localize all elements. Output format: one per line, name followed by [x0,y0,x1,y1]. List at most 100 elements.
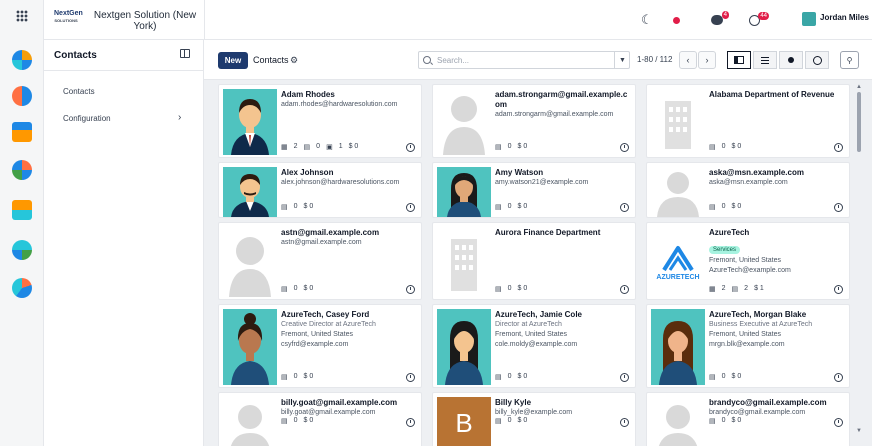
contact-card[interactable]: Amy Watson amy.watson21@example.com ▤ 0 $… [432,162,636,218]
invoice-count: 0 [507,203,512,210]
activity-clock-icon[interactable] [406,203,415,212]
top-bar: NextGen SOLUTIONS Nextgen Solution (New … [44,0,872,40]
messages-badge: 4 [721,11,729,19]
card-icon: ▤ [495,374,502,381]
contact-avatar [651,309,705,385]
activity-clock-icon[interactable] [834,418,843,427]
chevron-right-icon[interactable]: › [178,112,181,123]
contact-name: aska@msn.example.com [709,168,804,177]
company-avatar [437,227,491,297]
activity-clock-icon[interactable] [620,285,629,294]
contact-email: alex.johnson@hardwaresolutions.com [281,179,400,186]
contact-name: Adam Rhodes [281,90,335,99]
company-logo: AZURETECH [651,227,705,297]
kanban-grid: Adam Rhodes adam.rhodes@hardwaresolution… [214,84,854,446]
sales-total: $ 0 [303,417,314,424]
filter-toggle-button[interactable]: ⚲ [840,51,859,69]
contact-card[interactable]: astn@gmail.example.com astn@gmail.exampl… [218,222,422,300]
sales-total: $ 0 [517,373,528,380]
app-icon-3[interactable] [12,122,32,142]
scroll-thumb[interactable] [857,92,861,152]
activity-clock-icon[interactable] [620,203,629,212]
contact-card[interactable]: aska@msn.example.com aska@msn.example.co… [646,162,850,218]
contact-email: AzureTech@example.com [709,267,791,274]
user-name[interactable]: Jordan Miles [820,13,869,22]
contact-name: Alex Johnson [281,168,334,177]
invoice-count: 0 [293,417,298,424]
contact-card[interactable]: AZURETECH AzureTech Services Fremont, Un… [646,222,850,300]
contact-stats: ▤ 0 $ 0 [495,203,527,211]
contact-stats: ▤ 0 $ 0 [281,203,313,211]
app-icon-2[interactable] [12,86,32,106]
sales-total: $ 0 [517,203,528,210]
scroll-down-icon[interactable]: ▼ [856,428,862,434]
contact-card[interactable]: AzureTech, Casey Ford Creative Director … [218,304,422,388]
scroll-up-icon[interactable]: ▲ [856,84,862,90]
sidebar-title: Contacts [54,50,97,61]
contact-card[interactable]: B Billy Kyle billy_kyle@example.com ▤ 0 $… [432,392,636,446]
contact-card[interactable]: AzureTech, Morgan Blake Business Executi… [646,304,850,388]
search-input[interactable]: Search... [418,51,630,69]
user-avatar[interactable] [802,12,816,26]
activity-icon[interactable]: 44 [749,11,769,28]
contact-email: aska@msn.example.com [709,179,788,186]
app-grid-icon[interactable] [16,10,28,22]
dark-mode-icon[interactable]: ☾ [641,12,653,28]
contact-email: cole.moldy@example.com [495,341,578,348]
sidebar-toggle-icon[interactable] [180,49,190,58]
list-view-button[interactable] [753,51,777,69]
messages-icon[interactable]: 4 [711,11,729,28]
contact-card[interactable]: Adam Rhodes adam.rhodes@hardwaresolution… [218,84,422,158]
opportunity-count: 1 [338,143,343,150]
contact-card[interactable]: Alex Johnson alex.johnson@hardwaresoluti… [218,162,422,218]
contact-avatar [651,397,705,446]
sidebar-item-configuration[interactable]: Configuration [63,114,111,123]
company-name[interactable]: Nextgen Solution (New York) [86,10,204,32]
activity-clock-icon[interactable] [620,418,629,427]
new-button[interactable]: New [218,52,248,69]
activity-clock-icon[interactable] [834,143,843,152]
kanban-view-button[interactable] [727,51,751,69]
search-options-dropdown[interactable]: ▼ [614,51,630,69]
contact-email: adam.rhodes@hardwaresolution.com [281,101,398,108]
activity-clock-icon[interactable] [834,203,843,212]
activity-clock-icon[interactable] [406,285,415,294]
activity-view-button[interactable] [805,51,829,69]
contact-card[interactable]: AzureTech, Jamie Cole Director at AzureT… [432,304,636,388]
activity-clock-icon[interactable] [406,143,415,152]
activity-clock-icon[interactable] [834,373,843,382]
activity-clock-icon[interactable] [406,373,415,382]
status-dot-icon[interactable] [673,12,680,28]
prev-page-button[interactable]: ‹ [679,51,697,69]
contact-card[interactable]: Aurora Finance Department ▤ 0 $ 0 [432,222,636,300]
app-icon-6[interactable] [12,240,32,260]
map-view-button[interactable] [779,51,803,69]
gear-icon[interactable]: ⚙ [290,55,298,66]
control-panel: New Contacts ⚙ Search... ▼ 1-80 / 112 ‹ … [204,40,872,80]
next-page-button[interactable]: › [698,51,716,69]
app-icon-1[interactable] [12,50,32,70]
app-icon-4[interactable] [12,160,32,180]
app-icon-5[interactable] [12,200,32,220]
activity-clock-icon[interactable] [620,373,629,382]
contact-card[interactable]: billy.goat@gmail.example.com billy.goat@… [218,392,422,446]
contact-name: brandyco@gmail.example.com [709,398,827,407]
scrollbar[interactable]: ▲ ▼ [856,84,862,446]
main-content: New Contacts ⚙ Search... ▼ 1-80 / 112 ‹ … [204,40,872,446]
contact-card[interactable]: Alabama Department of Revenue ▤ 0 $ 0 [646,84,850,158]
sidebar-item-contacts[interactable]: Contacts [63,87,95,96]
pager-value[interactable]: 1-80 / 112 [637,55,672,64]
contact-card[interactable]: adam.strongarm@gmail.example.com adam.st… [432,84,636,158]
sales-total: $ 0 [731,417,742,424]
activity-clock-icon[interactable] [834,285,843,294]
card-icon: ▤ [281,204,288,211]
contact-location: Fremont, United States [709,331,781,338]
app-icon-7[interactable] [12,278,32,298]
contact-stats: ▤ 0 $ 0 [495,143,527,151]
contact-avatar: B [437,397,491,446]
contact-card[interactable]: brandyco@gmail.example.com brandyco@gmai… [646,392,850,446]
breadcrumb: Contacts [253,55,289,65]
activity-clock-icon[interactable] [620,143,629,152]
invoice-count: 0 [293,203,298,210]
activity-clock-icon[interactable] [406,418,415,427]
